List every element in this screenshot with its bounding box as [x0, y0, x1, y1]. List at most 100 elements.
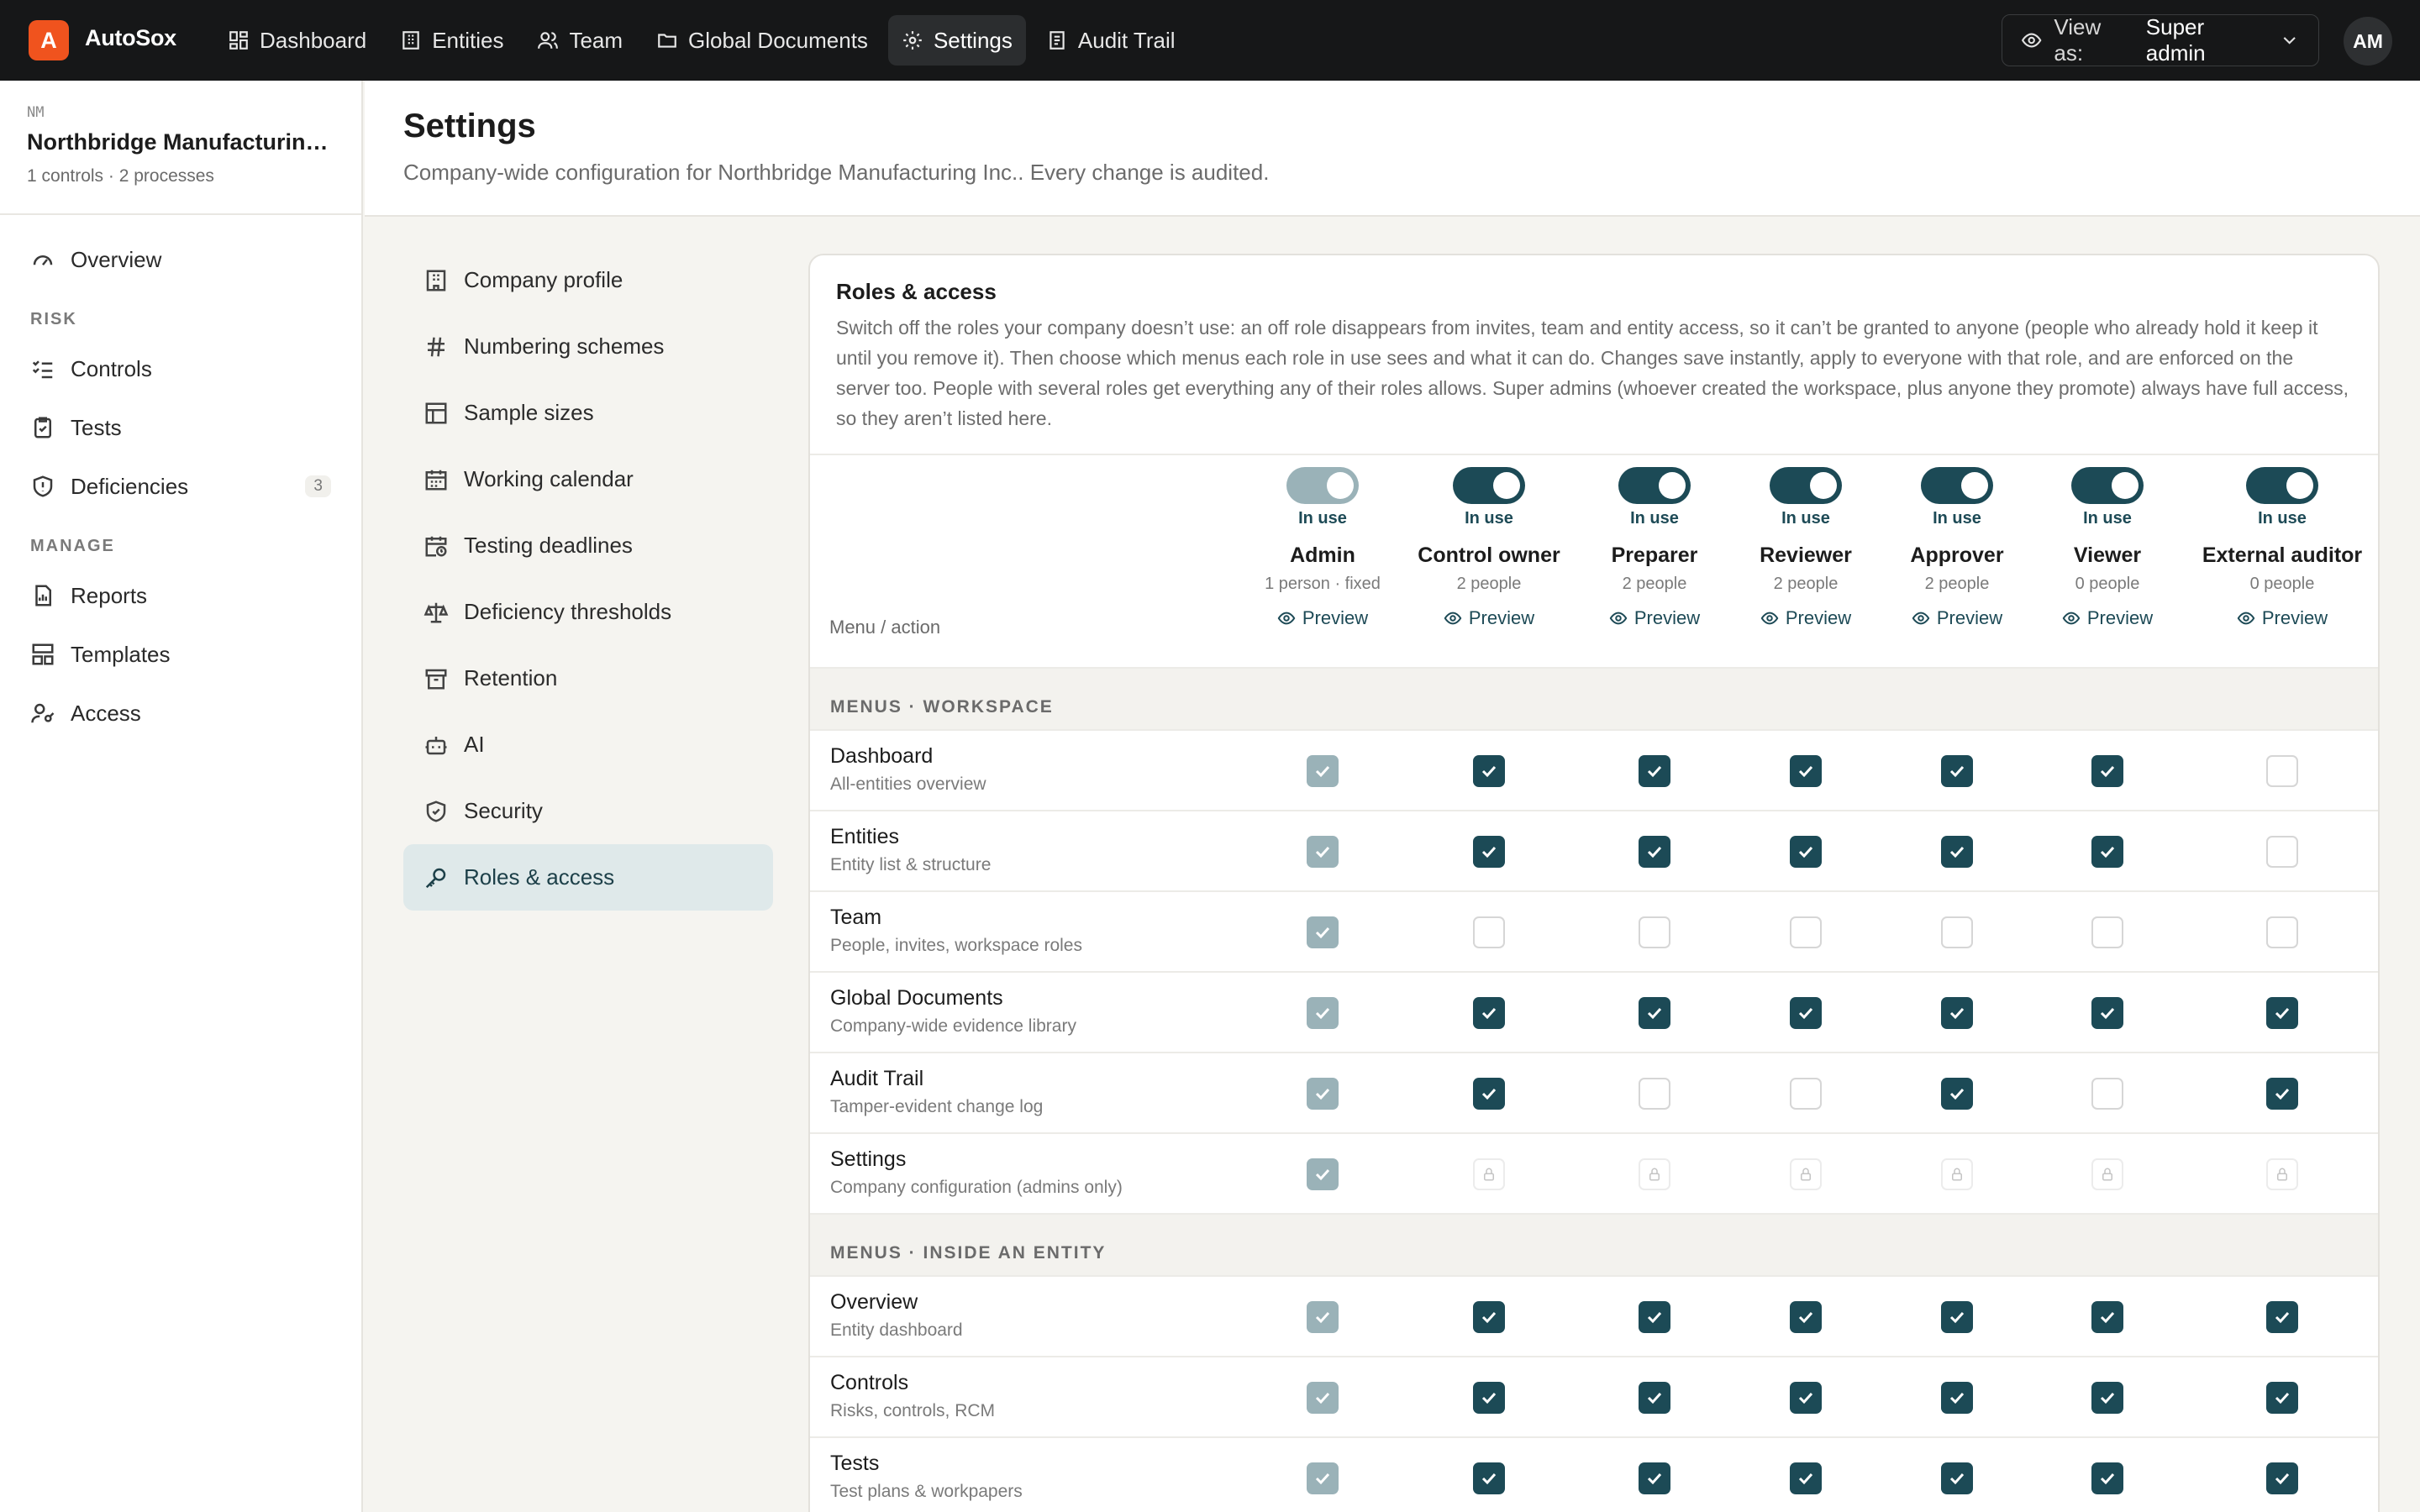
role-in-use-toggle[interactable] — [1921, 467, 1993, 504]
settings-nav-roles-access[interactable]: Roles & access — [403, 844, 773, 911]
permission-checkbox-reviewer[interactable] — [1790, 1462, 1822, 1494]
permission-checkbox-approver[interactable] — [1941, 1462, 1973, 1494]
settings-nav-deficiency-thresholds[interactable]: Deficiency thresholds — [403, 579, 773, 645]
nav-entities[interactable]: Entities — [387, 15, 517, 66]
sidebar-item-access[interactable]: Access — [0, 684, 361, 743]
view-as-select[interactable]: View as: Super admin — [2002, 14, 2319, 66]
permission-checkbox-viewer[interactable] — [2091, 836, 2123, 868]
entity-name[interactable]: Northbridge Manufacturing Inc. — [27, 129, 338, 155]
role-preview-button[interactable]: Preview — [1718, 607, 1894, 629]
permission-checkbox-approver[interactable] — [1941, 916, 1973, 948]
settings-nav-security[interactable]: Security — [403, 778, 773, 844]
sidebar-item-controls[interactable]: Controls — [0, 339, 361, 398]
permission-checkbox-viewer[interactable] — [2091, 755, 2123, 787]
permission-checkbox-reviewer[interactable] — [1790, 836, 1822, 868]
permission-checkbox-preparer[interactable] — [1639, 1301, 1670, 1333]
permission-checkbox-control-owner[interactable] — [1473, 836, 1505, 868]
nav-dashboard[interactable]: Dashboard — [214, 15, 380, 66]
app-logo[interactable]: A — [29, 20, 69, 60]
permission-checkbox-reviewer[interactable] — [1790, 997, 1822, 1029]
permission-checkbox-preparer[interactable] — [1639, 836, 1670, 868]
permission-description: Tamper-evident change log — [830, 1097, 1044, 1116]
permission-checkbox-external-auditor[interactable] — [2266, 1462, 2298, 1494]
permission-checkbox-external-auditor[interactable] — [2266, 1078, 2298, 1110]
permission-checkbox-external-auditor[interactable] — [2266, 836, 2298, 868]
settings-nav-ai[interactable]: AI — [403, 711, 773, 778]
role-in-use-toggle[interactable] — [2071, 467, 2144, 504]
permission-checkbox-external-auditor[interactable] — [2266, 916, 2298, 948]
settings-nav-company-profile[interactable]: Company profile — [403, 247, 773, 313]
users-icon — [538, 32, 559, 49]
permission-checkbox-control-owner[interactable] — [1473, 1462, 1505, 1494]
sidebar-item-reports[interactable]: Reports — [0, 566, 361, 625]
permission-checkbox-external-auditor[interactable] — [2266, 755, 2298, 787]
page-header: Settings Company-wide configuration for … — [365, 81, 2420, 217]
permission-checkbox-external-auditor[interactable] — [2266, 1382, 2298, 1414]
permission-checkbox-viewer[interactable] — [2091, 997, 2123, 1029]
permission-checkbox-control-owner[interactable] — [1473, 916, 1505, 948]
permission-checkbox-external-auditor[interactable] — [2266, 997, 2298, 1029]
settings-nav-working-calendar[interactable]: Working calendar — [403, 446, 773, 512]
nav-team[interactable]: Team — [523, 15, 636, 66]
role-preview-button[interactable]: Preview — [2194, 607, 2370, 629]
permission-checkbox-viewer[interactable] — [2091, 916, 2123, 948]
permission-checkbox-viewer[interactable] — [2091, 1462, 2123, 1494]
user-avatar[interactable]: AM — [2344, 17, 2392, 66]
role-column-viewer: In use Viewer 0 people Preview — [2019, 467, 2196, 629]
permission-checkbox-preparer[interactable] — [1639, 1462, 1670, 1494]
role-preview-button[interactable]: Preview — [1234, 607, 1411, 629]
eye-icon — [2021, 33, 2042, 48]
check-icon — [2275, 1473, 2290, 1485]
permission-checkbox-control-owner[interactable] — [1473, 1301, 1505, 1333]
permission-checkbox-control-owner[interactable] — [1473, 755, 1505, 787]
permission-checkbox-approver[interactable] — [1941, 836, 1973, 868]
permission-checkbox-reviewer[interactable] — [1790, 755, 1822, 787]
role-preview-button[interactable]: Preview — [2019, 607, 2196, 629]
permission-description: Entity list & structure — [830, 855, 992, 874]
permission-name: Controls — [830, 1371, 909, 1394]
permission-checkbox-preparer[interactable] — [1639, 1382, 1670, 1414]
permission-checkbox-approver[interactable] — [1941, 1078, 1973, 1110]
permission-checkbox-reviewer[interactable] — [1790, 916, 1822, 948]
permission-checkbox-viewer[interactable] — [2091, 1382, 2123, 1414]
permission-checkbox-preparer[interactable] — [1639, 755, 1670, 787]
permission-checkbox-preparer[interactable] — [1639, 997, 1670, 1029]
permission-checkbox-approver[interactable] — [1941, 1382, 1973, 1414]
settings-nav-numbering-schemes[interactable]: Numbering schemes — [403, 313, 773, 380]
sidebar-item-overview[interactable]: Overview — [0, 230, 361, 289]
permission-checkbox-viewer[interactable] — [2091, 1301, 2123, 1333]
dashboard-icon — [229, 31, 248, 50]
nav-settings[interactable]: Settings — [887, 15, 1026, 66]
nav-global-documents[interactable]: Global Documents — [643, 15, 881, 66]
permission-checkbox-approver[interactable] — [1941, 1301, 1973, 1333]
permission-checkbox-reviewer[interactable] — [1790, 1078, 1822, 1110]
role-in-use-toggle[interactable] — [1770, 467, 1842, 504]
bot-icon — [425, 736, 447, 754]
permission-checkbox-external-auditor[interactable] — [2266, 1301, 2298, 1333]
nav-audit-trail[interactable]: Audit Trail — [1033, 15, 1189, 66]
sidebar-item-templates[interactable]: Templates — [0, 625, 361, 684]
role-in-use-toggle[interactable] — [2246, 467, 2318, 504]
role-preview-button[interactable]: Preview — [1401, 607, 1577, 629]
permission-checkbox-preparer[interactable] — [1639, 916, 1670, 948]
permission-checkbox-admin — [1307, 836, 1339, 868]
sidebar-item-deficiencies[interactable]: Deficiencies 3 — [0, 457, 361, 516]
role-in-use-toggle[interactable] — [1618, 467, 1691, 504]
permission-checkbox-control-owner[interactable] — [1473, 1078, 1505, 1110]
permission-checkbox-preparer[interactable] — [1639, 1078, 1670, 1110]
settings-nav-retention[interactable]: Retention — [403, 645, 773, 711]
permission-checkbox-approver[interactable] — [1941, 997, 1973, 1029]
role-preview-button[interactable]: Preview — [1566, 607, 1743, 629]
permission-checkbox-reviewer[interactable] — [1790, 1301, 1822, 1333]
permission-checkbox-control-owner[interactable] — [1473, 997, 1505, 1029]
permission-checkbox-approver[interactable] — [1941, 755, 1973, 787]
permission-checkbox-reviewer[interactable] — [1790, 1382, 1822, 1414]
role-in-use-toggle[interactable] — [1453, 467, 1525, 504]
permission-name: Dashboard — [830, 744, 934, 768]
sidebar-item-tests[interactable]: Tests — [0, 398, 361, 457]
settings-nav-testing-deadlines[interactable]: Testing deadlines — [403, 512, 773, 579]
check-icon — [1949, 1007, 1965, 1020]
permission-checkbox-viewer[interactable] — [2091, 1078, 2123, 1110]
settings-nav-sample-sizes[interactable]: Sample sizes — [403, 380, 773, 446]
permission-checkbox-control-owner[interactable] — [1473, 1382, 1505, 1414]
